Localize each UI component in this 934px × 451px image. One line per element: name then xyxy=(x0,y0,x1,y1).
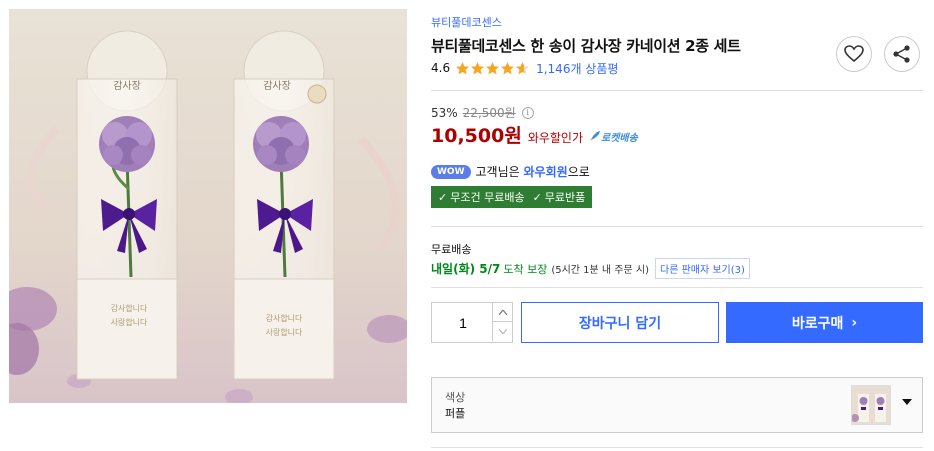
order-cutoff: (5시간 1분 내 주문 시) xyxy=(551,265,649,276)
share-button[interactable] xyxy=(884,36,920,72)
share-icon xyxy=(893,45,910,63)
chevron-up-icon xyxy=(498,309,507,315)
buy-now-label: 바로구매 xyxy=(791,315,844,332)
wishlist-button[interactable] xyxy=(836,36,872,72)
other-sellers-button[interactable]: 다른 판매자 보기(3) xyxy=(655,258,750,279)
brand-link[interactable]: 뷰티풀데코센스 xyxy=(431,14,502,30)
check-icon: ✓ xyxy=(438,190,448,204)
star-icon xyxy=(501,61,515,74)
wow-text-suffix: 으로 xyxy=(567,165,590,179)
product-image: 감사장 감사합니다 사랑합니다 감사장 감사합니다 사랑합니다 xyxy=(9,9,407,403)
wow-badge: WOW xyxy=(431,164,471,179)
delivery-row: 내일(화) 5/7 도착 보장 (5시간 1분 내 주문 시) 다른 판매자 보… xyxy=(431,258,750,279)
free-return-benefit: 무료반품 xyxy=(544,191,586,204)
divider xyxy=(431,287,923,288)
buy-now-button[interactable]: 바로구매 › xyxy=(726,302,923,343)
box-line1-right: 감사합니다 xyxy=(266,313,303,323)
product-photo-illustration: 감사장 감사합니다 사랑합니다 감사장 감사합니다 사랑합니다 xyxy=(9,9,407,403)
rocket-icon xyxy=(590,131,601,141)
quantity-decrease-button[interactable] xyxy=(492,322,512,341)
free-shipping-benefit: 무조건 무료배송 xyxy=(450,191,525,204)
discount-row: 53% 22,500원 i xyxy=(431,104,534,121)
info-icon[interactable]: i xyxy=(521,106,534,119)
divider xyxy=(431,226,923,227)
arrival-guarantee: 도착 보장 xyxy=(503,262,548,276)
original-price: 22,500원 xyxy=(462,106,516,120)
wow-text-prefix: 고객님은 xyxy=(475,165,520,179)
rocket-delivery-badge: 로켓배송 xyxy=(589,129,638,144)
star-icon xyxy=(471,61,485,74)
box-line2-right: 사랑합니다 xyxy=(266,327,303,337)
sale-price: 10,500원 xyxy=(431,125,522,147)
rocket-label: 로켓배송 xyxy=(601,132,638,144)
rating-value: 4.6 xyxy=(431,61,451,75)
star-icon xyxy=(516,61,530,74)
wow-price-label: 와우할인가 xyxy=(527,131,584,145)
quantity-stepper xyxy=(431,302,513,343)
delivery-title: 무료배송 xyxy=(431,243,472,256)
product-info-panel: 뷰티풀데코센스 뷰티풀데코센스 한 송이 감사장 카네이션 2종 세트 4.6 … xyxy=(431,0,923,451)
quantity-increase-button[interactable] xyxy=(492,303,512,322)
rating-row: 4.6 1,146개 상품평 xyxy=(431,60,618,76)
wow-member-link[interactable]: 와우회원 xyxy=(524,163,568,180)
add-to-cart-button[interactable]: 장바구니 담기 xyxy=(521,302,719,343)
option-value: 퍼플 xyxy=(445,407,466,420)
check-icon: ✓ xyxy=(532,190,542,204)
wow-membership-row: WOW 고객님은 와우회원 으로 xyxy=(431,163,590,180)
quantity-input[interactable] xyxy=(432,303,494,342)
caret-down-icon xyxy=(902,399,912,405)
box-line1-left: 감사합니다 xyxy=(111,303,148,313)
divider xyxy=(431,447,923,448)
card-title-right: 감사장 xyxy=(263,80,291,92)
arrival-date: 내일(화) 5/7 xyxy=(431,262,501,276)
discount-rate: 53% xyxy=(431,105,458,120)
chevron-right-icon: › xyxy=(851,314,858,331)
color-option-select[interactable]: 색상 퍼플 xyxy=(431,377,923,433)
benefit-tag: ✓ 무조건 무료배송 ✓ 무료반품 xyxy=(431,186,593,208)
box-line2-left: 사랑합니다 xyxy=(111,317,148,327)
option-thumbnail-image xyxy=(852,386,890,424)
heart-icon xyxy=(844,45,864,63)
option-thumbnail xyxy=(851,385,891,425)
chevron-down-icon xyxy=(498,329,507,334)
star-icon xyxy=(456,61,470,74)
divider xyxy=(431,90,923,91)
review-count-link[interactable]: 1,146개 상품평 xyxy=(536,60,618,77)
rating-stars xyxy=(455,61,530,76)
star-icon xyxy=(486,61,500,74)
card-title-left: 감사장 xyxy=(113,80,141,92)
option-label: 색상 xyxy=(445,391,466,404)
price-row: 10,500원 와우할인가 로켓배송 xyxy=(431,121,638,148)
product-title: 뷰티풀데코센스 한 송이 감사장 카네이션 2종 세트 xyxy=(431,37,741,55)
